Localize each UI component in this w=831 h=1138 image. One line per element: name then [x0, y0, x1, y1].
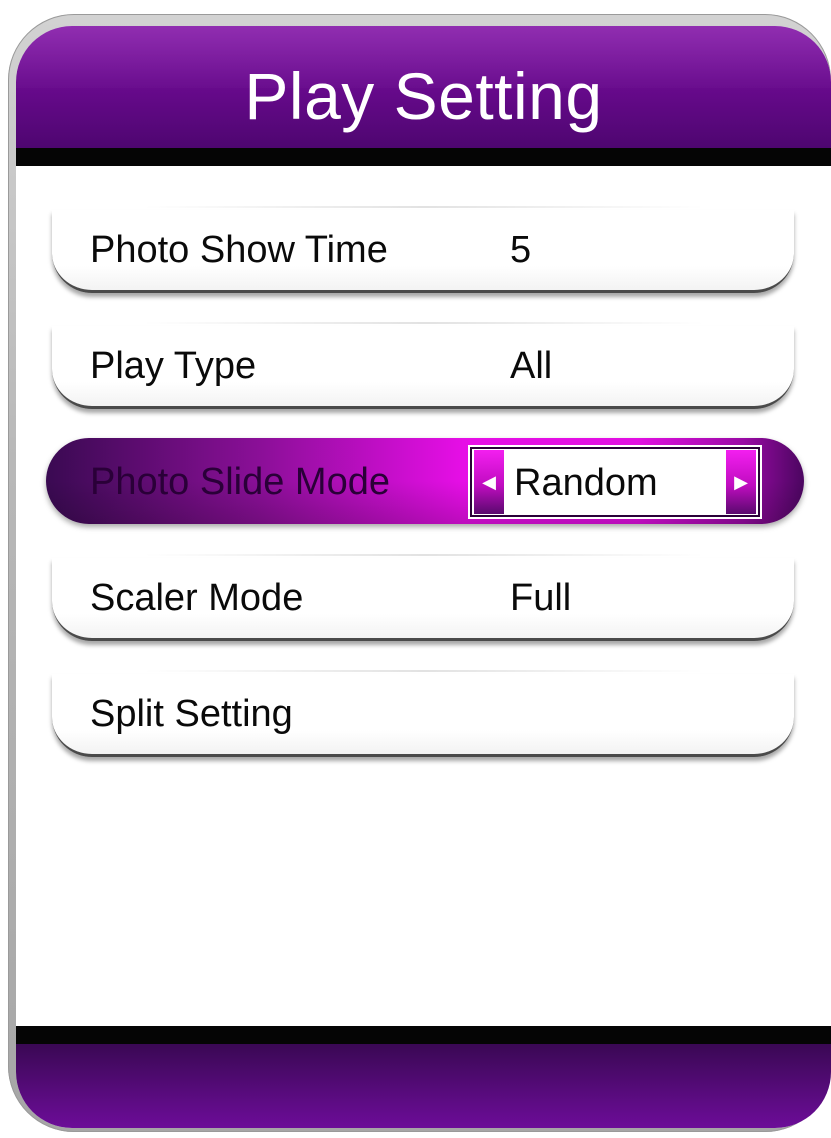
menu-item-label: Play Type	[90, 345, 257, 387]
menu-item-split-setting[interactable]: Split Setting	[46, 670, 798, 757]
menu-item-value: Full	[510, 577, 572, 619]
settings-panel: Play Setting Photo Show Time 5 Play Type…	[16, 26, 831, 1128]
menu-item-label: Photo Slide Mode	[90, 461, 390, 503]
header-divider	[16, 148, 831, 166]
menu-item-scaler-mode[interactable]: Scaler Mode Full	[46, 554, 798, 641]
row-separator	[144, 322, 704, 324]
page-title: Play Setting	[244, 59, 603, 133]
menu-item-value: 5	[510, 229, 532, 271]
row-separator	[144, 554, 704, 556]
arrow-left-icon[interactable]: ◀	[474, 450, 504, 514]
value-selector[interactable]: ◀ Random ▶	[468, 445, 762, 519]
selector-value: Random	[514, 462, 658, 504]
header: Play Setting	[16, 26, 831, 148]
menu-item-photo-show-time[interactable]: Photo Show Time 5	[46, 206, 798, 293]
menu-item-value: All	[510, 345, 553, 387]
menu-item-label: Photo Show Time	[90, 229, 388, 271]
menu-item-label: Split Setting	[90, 693, 293, 735]
menu-item-play-type[interactable]: Play Type All	[46, 322, 798, 409]
menu-item-label: Scaler Mode	[90, 577, 304, 619]
row-separator	[144, 670, 704, 672]
footer	[16, 1044, 831, 1128]
footer-divider	[16, 1026, 831, 1044]
row-separator	[144, 206, 704, 208]
menu-item-photo-slide-mode[interactable]: Photo Slide Mode ◀ Random ▶	[46, 438, 804, 524]
arrow-right-icon[interactable]: ▶	[726, 450, 756, 514]
